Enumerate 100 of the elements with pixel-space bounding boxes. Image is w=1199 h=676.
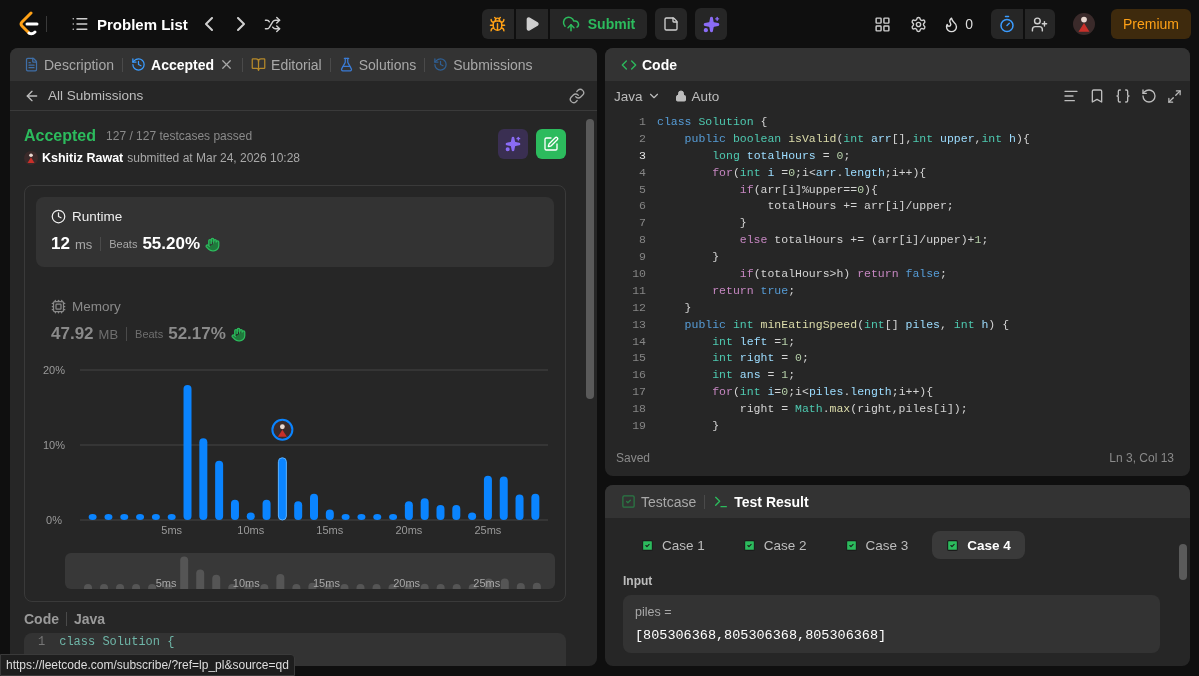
expand-icon[interactable]	[1167, 88, 1182, 104]
line-number: 1	[638, 114, 646, 128]
histogram-bar[interactable]	[104, 514, 113, 520]
code-line: if(totalHours>h) return false;	[738, 266, 947, 280]
line-number: 5	[638, 182, 646, 196]
problem-list-button[interactable]: Problem List	[65, 11, 194, 37]
case-tab[interactable]: Case 2	[728, 531, 821, 559]
y-axis-label: 20%	[43, 364, 65, 376]
back-link[interactable]: All Submissions	[18, 86, 150, 105]
link-icon[interactable]	[569, 87, 585, 104]
histogram-bar[interactable]	[373, 514, 382, 520]
run-button[interactable]	[515, 9, 548, 39]
metric-value: 12	[51, 234, 70, 254]
panel-tab[interactable]: Solutions	[332, 51, 423, 78]
histogram-bar[interactable]	[215, 460, 224, 520]
chip-icon	[51, 299, 66, 314]
bug-icon	[489, 15, 507, 33]
panel-tab[interactable]: Test Result	[707, 488, 815, 515]
debug-button[interactable]	[481, 9, 514, 39]
section-title: Code	[24, 611, 59, 627]
line-number: 15	[631, 351, 646, 365]
panel-tab[interactable]: Description	[18, 51, 121, 78]
line-number: 11	[631, 283, 646, 297]
panel-tab[interactable]: Editorial	[245, 51, 328, 78]
histogram-bar[interactable]	[277, 457, 287, 521]
bookmark-icon[interactable]	[1089, 88, 1105, 104]
histogram-bar[interactable]	[310, 493, 318, 520]
code-line: else totalHours += (arr[i]/upper)+1;	[738, 233, 989, 247]
metric-value: 47.92	[51, 324, 94, 344]
histogram-bar[interactable]	[499, 476, 508, 520]
language-label: Java	[74, 611, 106, 627]
histogram-bar[interactable]	[230, 499, 239, 520]
beats-value: 52.17%	[168, 324, 226, 344]
code-line: int right = 0;	[711, 351, 809, 365]
histogram-bar[interactable]	[389, 514, 398, 520]
premium-button[interactable]: Premium	[1111, 9, 1191, 39]
code-line: }	[711, 250, 720, 264]
panel-tab[interactable]: Testcase	[615, 488, 703, 515]
histogram-bar[interactable]	[404, 501, 413, 520]
avatar	[1073, 13, 1095, 35]
histogram-bar[interactable]	[483, 475, 492, 520]
note-button[interactable]	[655, 8, 688, 40]
histogram-bar[interactable]	[515, 494, 524, 520]
range-navigator[interactable]: 5ms 10ms 15ms 20ms 25ms	[65, 553, 555, 589]
metric-panel[interactable]: Runtime 12 ms Beats 55.20%	[36, 197, 554, 267]
language-dropdown[interactable]: Java	[614, 88, 661, 104]
case-tab[interactable]: Case 4	[932, 531, 1025, 559]
histogram-bar[interactable]	[452, 505, 461, 520]
beats-label: Beats	[109, 238, 138, 250]
case-tab[interactable]: Case 1	[627, 531, 719, 559]
timer-button[interactable]	[991, 9, 1023, 39]
braces-icon[interactable]	[1115, 88, 1131, 104]
panel-tab[interactable]: Submissions	[427, 51, 539, 78]
histogram-bar[interactable]	[436, 505, 445, 520]
streak-counter[interactable]: 0	[939, 15, 977, 33]
code-line: }	[711, 418, 720, 432]
metric-panel[interactable]: Memory 47.92 MB Beats 52.17%	[36, 287, 554, 357]
histogram-bar[interactable]	[294, 501, 303, 520]
histogram-bar[interactable]	[88, 514, 97, 520]
note-icon	[663, 16, 680, 32]
format-icon[interactable]	[1063, 88, 1079, 104]
histogram-bar[interactable]	[341, 514, 350, 520]
submit-button[interactable]: Submit	[549, 9, 648, 39]
code-line: int left =1;	[711, 334, 796, 348]
histogram-bar[interactable]	[167, 514, 176, 520]
histogram-bar[interactable]	[357, 514, 366, 520]
metric-label: Runtime	[72, 209, 123, 224]
cloud-upload-icon	[561, 15, 580, 33]
panel-tab[interactable]: Accepted	[125, 51, 241, 78]
axis-label: 25ms	[473, 577, 501, 589]
ai-button[interactable]	[498, 129, 528, 159]
histogram-bar[interactable]	[325, 509, 334, 520]
code-line: for(int i =0;i<arr.length;i++){	[711, 165, 927, 179]
histogram-bar[interactable]	[246, 512, 255, 520]
user-name[interactable]: Kshitiz Rawat	[42, 151, 124, 165]
line-number: 14	[631, 334, 646, 348]
histogram-bar[interactable]	[136, 514, 145, 520]
ai-button[interactable]	[695, 8, 728, 40]
metric-unit: MB	[98, 326, 119, 342]
reset-icon[interactable]	[1141, 88, 1157, 104]
case-tab[interactable]: Case 3	[830, 531, 923, 559]
histogram-bar[interactable]	[120, 514, 129, 520]
flask-icon	[338, 57, 354, 72]
histogram-bar[interactable]	[262, 499, 271, 520]
code-line: long totalHours = 0;	[711, 148, 851, 162]
code-line: return true;	[711, 283, 796, 297]
beats-label: Beats	[135, 328, 164, 340]
check-icon	[641, 538, 654, 552]
histogram-bar[interactable]	[468, 512, 477, 520]
histogram-bar[interactable]	[199, 438, 208, 520]
histogram-bar[interactable]	[531, 493, 540, 520]
code-line: }	[683, 300, 692, 314]
add-user-button[interactable]	[1025, 9, 1055, 39]
logo-icon[interactable]	[18, 11, 40, 37]
edit-button[interactable]	[536, 129, 566, 159]
histogram-bar[interactable]	[151, 514, 160, 520]
x-axis-label: 5ms	[161, 524, 183, 536]
line-number: 6	[638, 199, 646, 213]
histogram-bar[interactable]	[420, 498, 429, 520]
code-tab[interactable]: Code	[615, 51, 683, 78]
